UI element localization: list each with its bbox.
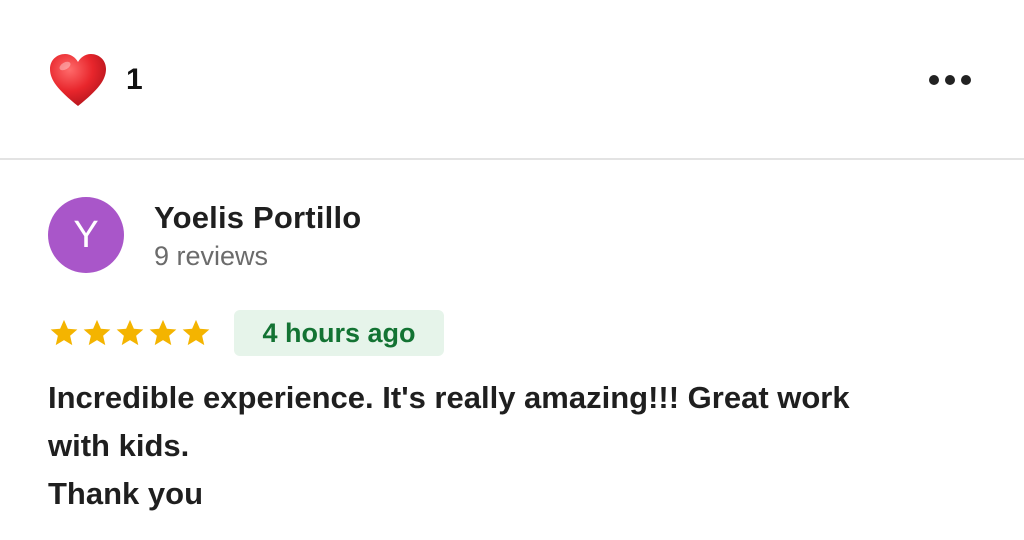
star-icon — [50, 319, 78, 346]
star-icon — [116, 319, 144, 346]
more-options-button[interactable] — [922, 60, 978, 100]
like-count: 1 — [126, 63, 143, 96]
more-icon-dot — [961, 75, 971, 85]
divider — [0, 158, 1024, 160]
avatar[interactable]: Y — [48, 197, 124, 273]
review-text-line: Thank you — [48, 476, 204, 511]
reviewer-review-count: 9 reviews — [154, 241, 269, 271]
review-text: Incredible experience. It's really amazi… — [48, 374, 978, 518]
time-ago-badge: 4 hours ago — [234, 310, 444, 356]
more-horizontal-icon — [929, 75, 939, 85]
star-icon — [182, 319, 210, 346]
heart-icon[interactable] — [48, 52, 108, 108]
review-text-line: with kids. — [48, 428, 190, 463]
top-bar: 1 — [0, 0, 1024, 158]
star-rating — [48, 313, 212, 353]
reviewer-name[interactable]: Yoelis Portillo — [154, 198, 361, 238]
more-icon-dot — [945, 75, 955, 85]
review-text-line: Incredible experience. It's really amazi… — [48, 380, 850, 415]
star-icon — [149, 319, 177, 346]
star-icon — [83, 319, 111, 346]
